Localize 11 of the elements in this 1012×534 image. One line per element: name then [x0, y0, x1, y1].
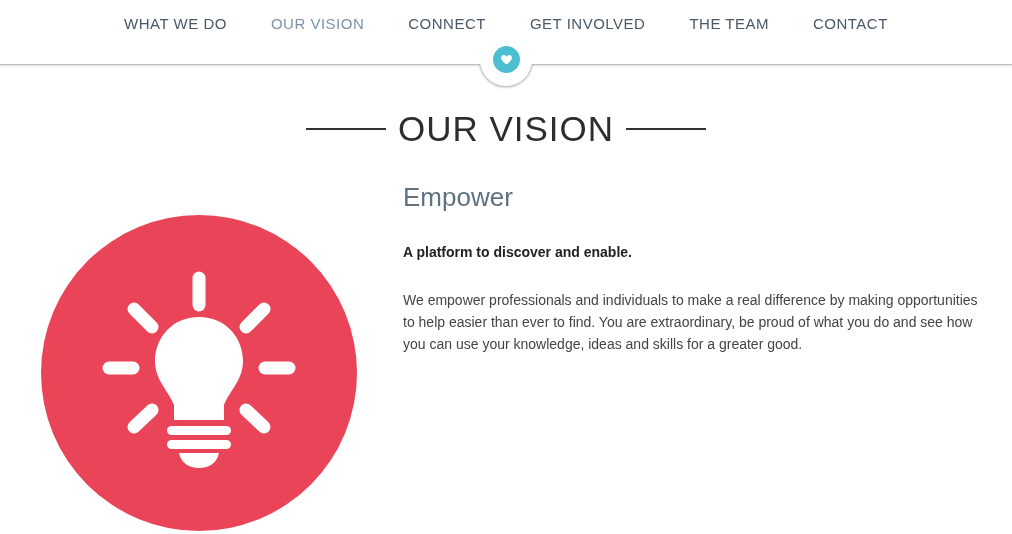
feature-tagline: A platform to discover and enable. [403, 243, 633, 262]
nav-link[interactable]: WHAT WE DO [124, 13, 227, 36]
feature-description: We empower professionals and individuals to make a real difference by making opportunities to help easier than ever to find. You are extraordinary, be proud of what you do and see how you can use your knowledge, ideas and skills for a greater good. [403, 291, 978, 354]
feature-heading: Empower [403, 182, 514, 212]
nav-link[interactable]: CONTACT [813, 13, 888, 36]
nav-link[interactable]: GET INVOLVED [529, 13, 646, 36]
lightbulb-icon [41, 215, 357, 531]
nav-link[interactable]: THE TEAM [689, 13, 769, 36]
nav-link[interactable]: CONNECT [408, 13, 486, 36]
heart-icon [501, 54, 512, 65]
section-title: OUR VISION [397, 109, 615, 149]
